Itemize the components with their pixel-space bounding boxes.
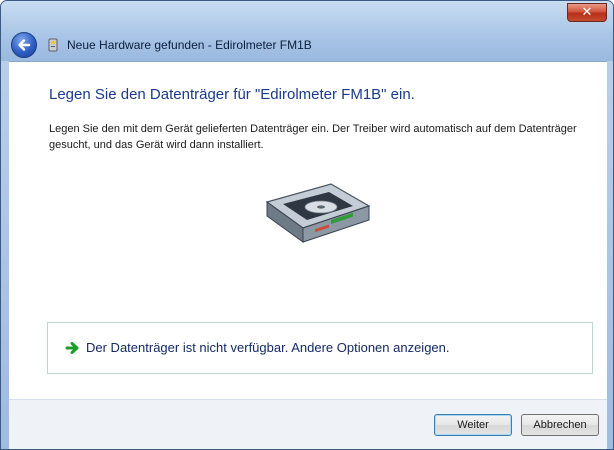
window-title: Neue Hardware gefunden - Edirolmeter FM1…	[67, 38, 312, 52]
title-bar: ✕ Neue Hardware gefunden - Edirolmeter F…	[1, 1, 613, 61]
dialog-window: ✕ Neue Hardware gefunden - Edirolmeter F…	[0, 0, 614, 450]
button-bar: Weiter Abbrechen	[9, 399, 607, 449]
green-arrow-icon	[65, 340, 81, 356]
option-link-text[interactable]: Der Datenträger ist nicht verfügbar. And…	[86, 340, 450, 355]
cancel-button[interactable]: Abbrechen	[521, 414, 599, 436]
back-arrow-icon	[18, 39, 31, 51]
hardware-device-icon	[48, 38, 58, 52]
instruction-text: Legen Sie den mit dem Gerät gelieferten …	[49, 123, 577, 151]
back-button[interactable]	[11, 32, 37, 58]
disc-drive-icon	[265, 183, 371, 243]
close-button[interactable]: ✕	[567, 3, 607, 22]
option-link-box[interactable]: Der Datenträger ist nicht verfügbar. And…	[47, 322, 593, 374]
close-icon: ✕	[581, 5, 593, 20]
next-button[interactable]: Weiter	[434, 414, 512, 436]
page-heading: Legen Sie den Datenträger für "Edirolmet…	[49, 86, 415, 103]
content-area: Legen Sie den Datenträger für "Edirolmet…	[9, 61, 607, 400]
